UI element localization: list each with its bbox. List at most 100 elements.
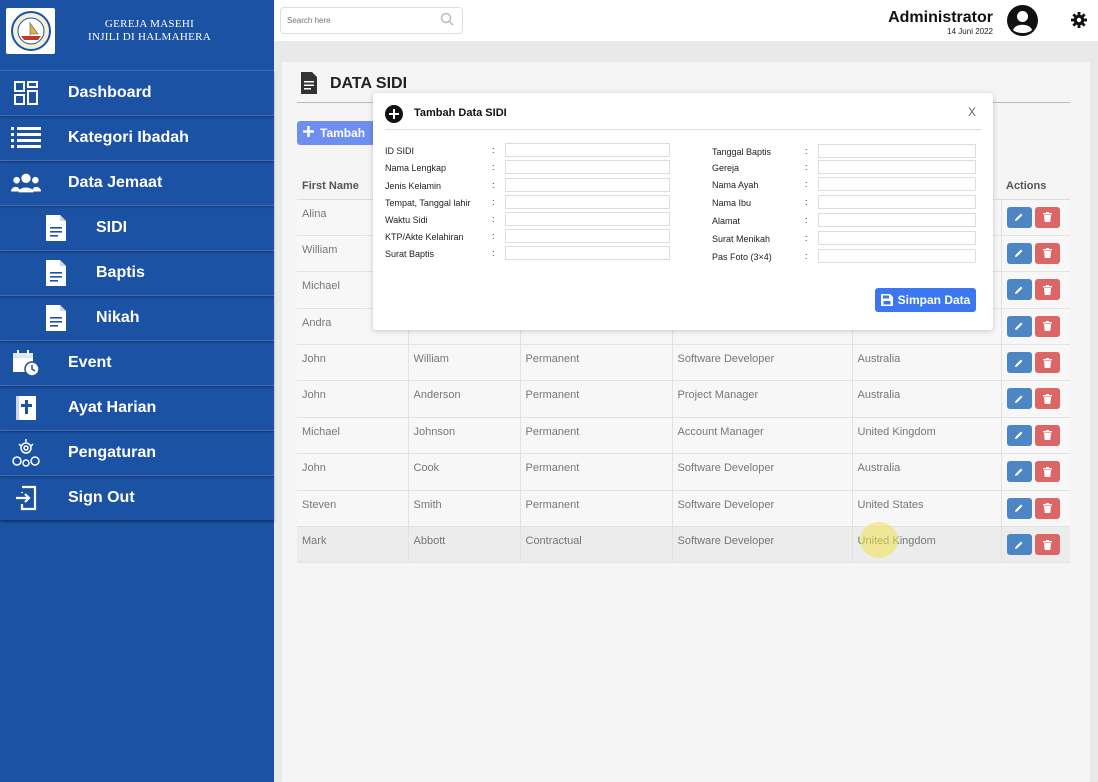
brand-name: GEREJA MASEHI INJILI DI HALMAHERA <box>55 18 274 44</box>
field-colon: : <box>492 145 495 155</box>
table-cell: Permanent <box>520 417 673 455</box>
delete-button[interactable] <box>1034 206 1060 228</box>
form-row: Surat Baptis: <box>385 246 685 262</box>
form-input[interactable] <box>818 195 976 209</box>
delete-button[interactable] <box>1034 534 1060 556</box>
avatar-icon[interactable] <box>1007 5 1038 36</box>
form-row: Nama Lengkap: <box>385 160 685 176</box>
field-label: Surat Baptis <box>385 249 435 259</box>
table-cell: Mark <box>297 526 409 564</box>
table-cell: Permanent <box>520 490 673 528</box>
trash-icon <box>1042 212 1052 222</box>
current-date: 14 Juni 2022 <box>947 27 993 36</box>
delete-button[interactable] <box>1034 497 1060 519</box>
form-row: Tanggal Baptis: <box>712 144 1012 160</box>
field-label: Gereja <box>712 163 740 173</box>
delete-button[interactable] <box>1034 279 1060 301</box>
nav-baptis[interactable]: Baptis <box>0 250 274 295</box>
field-colon: : <box>805 146 808 156</box>
form-input[interactable] <box>505 143 670 157</box>
save-button[interactable]: Simpan Data <box>875 288 976 312</box>
top-bar: Administrator 14 Juni 2022 <box>274 0 1098 41</box>
form-input[interactable] <box>818 160 976 174</box>
edit-button[interactable] <box>1006 279 1032 301</box>
nav-label: Event <box>68 354 112 371</box>
nav-data-jemaat[interactable]: Data Jemaat <box>0 160 274 205</box>
table-cell: Australia <box>852 453 1002 491</box>
field-colon: : <box>492 162 495 172</box>
table-cell: Account Manager <box>672 417 853 455</box>
delete-button[interactable] <box>1034 424 1060 446</box>
form-input[interactable] <box>818 144 976 158</box>
form-input[interactable] <box>505 229 670 243</box>
edit-button[interactable] <box>1006 461 1032 483</box>
delete-button[interactable] <box>1034 352 1060 374</box>
form-input[interactable] <box>818 231 976 245</box>
field-colon: : <box>805 197 808 207</box>
nav-sign-out[interactable]: Sign Out <box>0 475 274 520</box>
table-cell: Anderson <box>408 380 521 418</box>
nav-kategori-ibadah[interactable]: Kategori Ibadah <box>0 115 274 160</box>
table-cell: Permanent <box>520 344 673 382</box>
field-label: Pas Foto (3×4) <box>712 252 772 262</box>
nav-sidi[interactable]: SIDI <box>0 205 274 250</box>
row-actions <box>1001 490 1070 528</box>
save-icon <box>880 294 893 306</box>
nav-nikah[interactable]: Nikah <box>0 295 274 340</box>
nav-label: Baptis <box>96 264 145 281</box>
table-cell: Permanent <box>520 380 673 418</box>
close-button[interactable]: X <box>968 105 976 119</box>
table-cell: John <box>297 344 409 382</box>
nav-ayat-harian[interactable]: Ayat Harian <box>0 385 274 430</box>
nav-pengaturan[interactable]: Pengaturan <box>0 430 274 475</box>
table-cell: Software Developer <box>672 490 853 528</box>
form-input[interactable] <box>505 212 670 226</box>
nav-event[interactable]: Event <box>0 340 274 385</box>
edit-button[interactable] <box>1006 534 1032 556</box>
table-cell: Johnson <box>408 417 521 455</box>
field-label: Surat Menikah <box>712 234 771 244</box>
pencil-icon <box>1015 322 1023 331</box>
edit-button[interactable] <box>1006 497 1032 519</box>
delete-button[interactable] <box>1034 315 1060 337</box>
form-input[interactable] <box>505 195 670 209</box>
organization-gears-icon <box>11 438 41 468</box>
cursor-highlight <box>860 522 898 558</box>
field-colon: : <box>492 231 495 241</box>
document-icon <box>301 72 317 94</box>
form-input[interactable] <box>505 246 670 260</box>
edit-button[interactable] <box>1006 424 1032 446</box>
delete-button[interactable] <box>1034 461 1060 483</box>
table-cell: Australia <box>852 344 1002 382</box>
field-label: KTP/Akte Kelahiran <box>385 232 464 242</box>
nav-label: SIDI <box>96 219 128 236</box>
table-row: MarkAbbottContractualSoftware DeveloperU… <box>297 526 1070 564</box>
edit-button[interactable] <box>1006 352 1032 374</box>
form-row: Pas Foto (3×4): <box>712 249 1012 265</box>
form-input[interactable] <box>505 160 670 174</box>
nav-dashboard[interactable]: Dashboard <box>0 70 274 115</box>
gear-icon[interactable] <box>1071 12 1087 28</box>
field-label: ID SIDI <box>385 146 415 156</box>
row-actions <box>1001 308 1070 346</box>
table-row: Steven Smith Permanent Software Developer Un… <box>297 490 1070 528</box>
delete-button[interactable] <box>1034 242 1060 264</box>
table-cell: William <box>408 344 521 382</box>
calendar-clock-icon <box>11 348 41 378</box>
table-cell: Project Manager <box>672 380 853 418</box>
pencil-icon <box>1015 468 1023 476</box>
edit-button[interactable] <box>1006 315 1032 337</box>
form-input[interactable] <box>818 249 976 263</box>
table-cell: Cook <box>408 453 521 491</box>
form-input[interactable] <box>818 177 976 191</box>
edit-button[interactable] <box>1006 388 1032 410</box>
delete-button[interactable] <box>1034 388 1060 410</box>
add-button[interactable]: Tambah <box>297 121 375 145</box>
search-input[interactable] <box>280 7 463 34</box>
nav-label: Sign Out <box>68 489 135 506</box>
form-input[interactable] <box>818 213 976 227</box>
table-cell: Contractual <box>520 526 673 564</box>
search-icon[interactable] <box>440 12 454 26</box>
form-input[interactable] <box>505 178 670 192</box>
table-cell: Software Developer <box>672 526 853 564</box>
